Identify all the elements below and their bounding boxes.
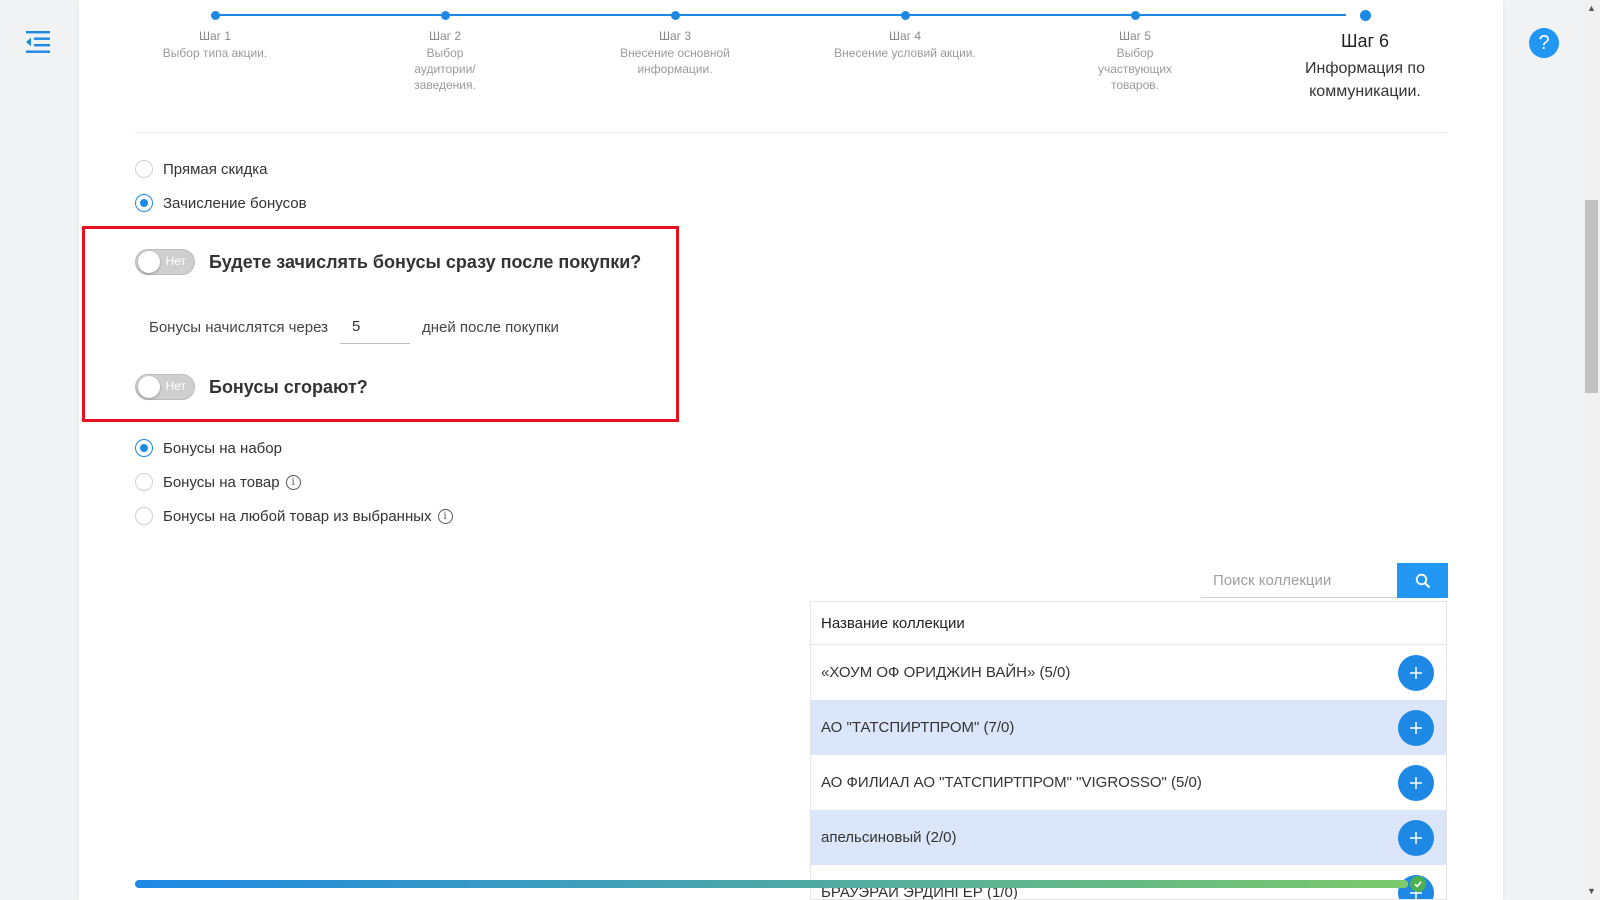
- main-panel: Шаг 1 Выбор типа акции. Шаг 2 Выбор ауди…: [79, 0, 1503, 900]
- step-4[interactable]: Шаг 4 Внесение условий акции.: [825, 0, 985, 61]
- scroll-down-icon[interactable]: ▼: [1583, 883, 1600, 900]
- bonus-days-input[interactable]: [340, 310, 410, 344]
- days-prefix: Бонусы начислятся через: [149, 318, 328, 336]
- add-collection-button[interactable]: [1398, 819, 1434, 856]
- table-row: АО "ТАТСПИРТПРОМ" (7/0): [811, 700, 1446, 755]
- table-header: Название коллекции: [811, 602, 1446, 645]
- step-title: Шаг 3: [658, 29, 692, 43]
- help-icon[interactable]: ?: [1529, 28, 1559, 58]
- radio-label: Прямая скидка: [163, 160, 268, 178]
- radio-bonus-accrual[interactable]: Зачисление бонусов: [135, 194, 307, 212]
- step-title: Шаг 4: [888, 29, 922, 43]
- step-desc: Выбор аудитории/заведения.: [414, 46, 476, 92]
- step-1[interactable]: Шаг 1 Выбор типа акции.: [135, 0, 295, 61]
- plus-icon: [1410, 666, 1422, 679]
- radio-label: Бонусы на товар: [163, 473, 280, 491]
- toggle-knob: [138, 376, 160, 398]
- collection-search-input[interactable]: [1201, 563, 1397, 598]
- step-desc: Выбор участвующих товаров.: [1097, 46, 1173, 92]
- check-icon: [1410, 876, 1426, 892]
- bonus-expire-row: Нет Бонусы сгорают?: [135, 374, 368, 400]
- section-divider: [135, 132, 1447, 133]
- radio-button[interactable]: [135, 194, 153, 212]
- add-collection-button[interactable]: [1398, 709, 1434, 746]
- radio-label: Бонусы на набор: [163, 439, 282, 457]
- plus-icon: [1410, 831, 1422, 844]
- radio-bonus-any-product[interactable]: Бонусы на любой товар из выбранных i: [135, 507, 453, 525]
- toggle-label: Нет: [165, 379, 186, 393]
- step-dot: [670, 11, 680, 20]
- collection-name: апельсиновый (2/0): [821, 829, 957, 846]
- plus-icon: [1410, 776, 1422, 789]
- step-dot: [440, 11, 450, 20]
- info-icon[interactable]: i: [285, 474, 301, 490]
- step-6[interactable]: Шаг 6 Информация по коммуникации.: [1285, 0, 1445, 103]
- step-dot: [900, 11, 910, 20]
- plus-icon: [1410, 721, 1422, 734]
- bonus-days-row: Бонусы начислятся через дней после покуп…: [149, 310, 559, 344]
- progress-fill: [135, 880, 1408, 888]
- step-3[interactable]: Шаг 3 Внесение основной информации.: [595, 0, 755, 77]
- step-desc: Информация по коммуникации.: [1305, 60, 1425, 100]
- info-icon[interactable]: i: [437, 508, 453, 524]
- radio-bonus-product[interactable]: Бонусы на товар i: [135, 473, 301, 491]
- step-2[interactable]: Шаг 2 Выбор аудитории/заведения.: [365, 0, 525, 93]
- step-title: Шаг 1: [198, 29, 232, 43]
- bonus-expire-question: Бонусы сгорают?: [209, 376, 368, 397]
- radio-button[interactable]: [135, 507, 153, 525]
- immediate-bonus-row: Нет Будете зачислять бонусы сразу после …: [135, 249, 641, 275]
- radio-button[interactable]: [135, 439, 153, 457]
- page-scrollbar[interactable]: ▲ ▼: [1583, 0, 1600, 900]
- add-collection-button[interactable]: [1398, 764, 1434, 801]
- toggle-label: Нет: [165, 254, 186, 268]
- days-suffix: дней после покупки: [422, 318, 559, 336]
- radio-direct-discount[interactable]: Прямая скидка: [135, 160, 267, 178]
- bonus-expire-toggle[interactable]: Нет: [135, 374, 195, 400]
- step-title: Шаг 6: [1340, 31, 1390, 51]
- radio-button[interactable]: [135, 473, 153, 491]
- menu-collapse-icon[interactable]: [24, 28, 52, 56]
- search-icon: [1415, 573, 1430, 588]
- immediate-bonus-question: Будете зачислять бонусы сразу после поку…: [209, 251, 642, 272]
- search-button[interactable]: [1397, 563, 1448, 598]
- step-5[interactable]: Шаг 5 Выбор участвующих товаров.: [1055, 0, 1215, 93]
- table-row: апельсиновый (2/0): [811, 810, 1446, 865]
- step-dot: [210, 11, 220, 20]
- step-desc: Внесение основной информации.: [620, 46, 730, 76]
- scroll-thumb[interactable]: [1585, 200, 1598, 393]
- radio-button[interactable]: [135, 160, 153, 178]
- table-row: «ХОУМ ОФ ОРИДЖИН ВАЙН» (5/0): [811, 645, 1446, 700]
- step-desc: Выбор типа акции.: [162, 46, 268, 60]
- add-collection-button[interactable]: [1398, 654, 1434, 691]
- step-desc: Внесение условий акции.: [834, 46, 976, 60]
- stepper: Шаг 1 Выбор типа акции. Шаг 2 Выбор ауди…: [135, 0, 1445, 110]
- collection-name: «ХОУМ ОФ ОРИДЖИН ВАЙН» (5/0): [821, 664, 1071, 681]
- collection-name: АО ФИЛИАЛ АО "ТАТСПИРТПРОМ" "VIGROSSO" (…: [821, 774, 1202, 791]
- collection-table: Название коллекции «ХОУМ ОФ ОРИДЖИН ВАЙН…: [810, 601, 1447, 900]
- immediate-bonus-toggle[interactable]: Нет: [135, 249, 195, 275]
- table-row: АО ФИЛИАЛ АО "ТАТСПИРТПРОМ" "VIGROSSO" (…: [811, 755, 1446, 810]
- radio-bonus-set[interactable]: Бонусы на набор: [135, 439, 282, 457]
- radio-label: Бонусы на любой товар из выбранных: [163, 507, 432, 525]
- scroll-up-icon[interactable]: ▲: [1583, 0, 1600, 17]
- step-dot: [1130, 11, 1140, 20]
- step-title: Шаг 2: [428, 29, 462, 43]
- step-dot: [1359, 10, 1371, 21]
- radio-label: Зачисление бонусов: [163, 194, 307, 212]
- step-title: Шаг 5: [1118, 29, 1152, 43]
- progress-bar: [135, 880, 1408, 888]
- toggle-knob: [138, 251, 160, 273]
- collection-name: АО "ТАТСПИРТПРОМ" (7/0): [821, 719, 1015, 736]
